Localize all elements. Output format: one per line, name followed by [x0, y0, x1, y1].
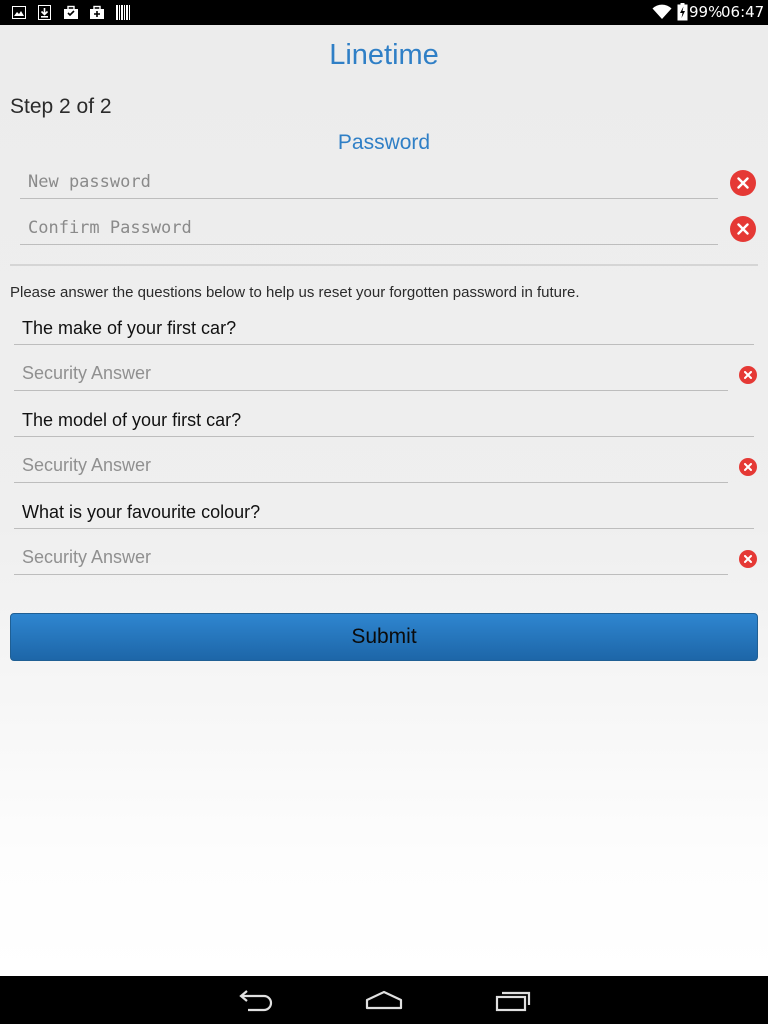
new-password-input[interactable] — [20, 165, 718, 198]
confirm-password-field[interactable] — [20, 211, 718, 245]
clear-answer-3-button[interactable] — [739, 550, 757, 568]
close-icon — [737, 177, 749, 189]
section-title: Password — [337, 131, 431, 154]
navigation-bar — [0, 976, 768, 1024]
divider — [10, 264, 758, 266]
new-password-field[interactable] — [20, 165, 718, 199]
close-icon — [744, 371, 752, 379]
security-answer-2-input[interactable] — [14, 449, 728, 482]
briefcase-icon — [64, 5, 78, 19]
security-answer-3-input[interactable] — [14, 541, 728, 574]
security-answer-1-input[interactable] — [14, 357, 728, 390]
main-content: Linetime Step 2 of 2 Password Please ans… — [0, 25, 768, 976]
battery-percent: 99% — [689, 3, 723, 21]
briefcase-icon — [90, 5, 104, 19]
clear-answer-2-button[interactable] — [739, 458, 757, 476]
close-icon — [744, 555, 752, 563]
close-icon — [744, 463, 752, 471]
battery-charging-icon — [677, 3, 688, 21]
clear-confirm-password-button[interactable] — [730, 216, 756, 242]
barcode-icon — [116, 5, 130, 20]
step-indicator: Step 2 of 2 — [10, 95, 112, 118]
back-icon[interactable] — [236, 986, 276, 1014]
security-question-3: What is your favourite colour? — [14, 498, 754, 529]
download-icon — [38, 5, 51, 20]
security-answer-1-field[interactable] — [14, 357, 728, 391]
home-icon[interactable] — [364, 986, 404, 1014]
close-icon — [737, 223, 749, 235]
app-title: Linetime — [329, 39, 439, 71]
security-answer-3-field[interactable] — [14, 541, 728, 575]
submit-button[interactable]: Submit — [10, 613, 758, 661]
clear-answer-1-button[interactable] — [739, 366, 757, 384]
confirm-password-input[interactable] — [20, 211, 718, 244]
gallery-icon — [12, 6, 26, 19]
security-question-2: The model of your first car? — [14, 406, 754, 437]
security-question-1: The make of your first car? — [14, 314, 754, 345]
status-bar: 99% 06:47 — [0, 0, 768, 25]
security-instructions: Please answer the questions below to hel… — [10, 284, 580, 301]
recent-apps-icon[interactable] — [493, 986, 533, 1014]
clock: 06:47 — [721, 3, 765, 21]
clear-new-password-button[interactable] — [730, 170, 756, 196]
wifi-icon — [652, 4, 672, 19]
security-answer-2-field[interactable] — [14, 449, 728, 483]
